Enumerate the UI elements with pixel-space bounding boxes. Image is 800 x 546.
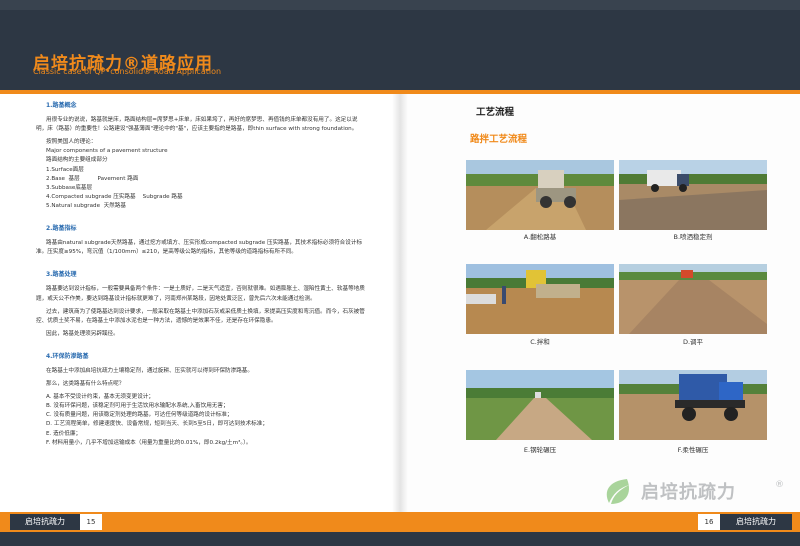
caption-f: F.柔性碾压 bbox=[677, 446, 709, 454]
road-mix-subtitle: 路拌工艺流程 bbox=[470, 134, 528, 145]
list-item: 2.Base 基层 Pavement 路面 bbox=[46, 175, 139, 182]
photo-spraying bbox=[619, 160, 767, 230]
footer-band-bottom bbox=[0, 532, 800, 546]
list-item: A. 基本不受设计约束，基本无须变更设计； bbox=[46, 394, 154, 401]
header-subtitle: Classic case of QP•consolid® Road Applic… bbox=[33, 67, 222, 76]
header-band: 启培抗疏力®道路应用 Classic case of QP•consolid® … bbox=[0, 0, 800, 90]
brand-name: 启培抗疏力 bbox=[641, 482, 736, 503]
page-number-left: 15 bbox=[80, 514, 102, 530]
footer-band bbox=[0, 512, 800, 532]
photo-steel-roller bbox=[466, 370, 614, 440]
section-4-list: A. 基本不受设计约束，基本无须变更设计； B. 没有环保问题，该稳定剂可用于生… bbox=[46, 393, 366, 448]
list-item: B. 没有环保问题，该稳定剂可用于生活饮用水输配水系统,入畜饮用无害； bbox=[46, 403, 229, 410]
photo-flexible-roller bbox=[619, 370, 767, 440]
page-number-right: 16 bbox=[698, 514, 720, 530]
brand-leaf-icon bbox=[606, 479, 630, 504]
list-item: 3.Subbase底基层 bbox=[46, 184, 93, 191]
caption-c: C.拌和 bbox=[530, 338, 550, 346]
list-item: 路面结构的主要组成部分 bbox=[46, 157, 108, 164]
section-3-paragraph-2: 过去，建筑商为了使路基达到设计要求，一般采取在路基土中添加石灰或采低质土换填，来… bbox=[36, 308, 365, 324]
list-item: Major components of a pavement structure bbox=[46, 148, 168, 155]
section-title-3: 3.路基处理 bbox=[46, 271, 77, 279]
section-title-2: 2.路基指标 bbox=[46, 225, 77, 233]
brand-logo: 启培抗疏力 ® bbox=[599, 476, 789, 506]
section-title-1: 1.路基概念 bbox=[46, 102, 77, 109]
list-item: 5.Natural subgrade 天然路基 bbox=[46, 202, 126, 209]
left-content: 1.路基概念 用很专业的说说，路基就是床，路面结构层=席梦思+床单，床如果垮了，… bbox=[36, 101, 366, 452]
section-4-paragraph-1: 在路基土中添加启培抗疏力土壤稳定剂，通过旋耕、压实就可以得到环保防渗路基。 bbox=[46, 367, 253, 374]
page-gutter bbox=[392, 94, 408, 514]
brand-registered-mark: ® bbox=[775, 480, 784, 490]
list-item: C. 没有质量问题，用该稳定剂处理的路基，可达任何等级道路的设计标准； bbox=[46, 412, 233, 419]
footer-logo-right: 启培抗疏力 bbox=[720, 514, 792, 530]
list-item: E. 造价低廉； bbox=[46, 430, 82, 437]
section-1-list: 按照美国人的理论： Major components of a pavement… bbox=[46, 138, 366, 211]
section-2-paragraph: 路基由natural subgrade天然路基，通过挖方或填方、压实形成comp… bbox=[36, 240, 363, 256]
caption-d: D.调平 bbox=[682, 338, 704, 346]
photo-mixing bbox=[466, 264, 614, 334]
photo-leveling bbox=[619, 264, 767, 334]
section-3-paragraph-1: 路基要达到设计指标，一般需要具备两个条件：一是土质好，二是天气适宜，否则就很难。… bbox=[36, 286, 365, 302]
caption-e: E.钢轮碾压 bbox=[523, 446, 557, 454]
photo-tilling bbox=[466, 160, 614, 230]
caption-a: A.翻松路基 bbox=[523, 233, 557, 241]
list-item: 按照美国人的理论： bbox=[46, 139, 97, 146]
section-title-4: 4.环保防渗路基 bbox=[46, 352, 89, 360]
section-3-paragraph-3: 因此，路基处理须另辟蹊径。 bbox=[46, 330, 119, 337]
list-item: 4.Compacted subgrade 压实路基 Subgrade 路基 bbox=[46, 193, 183, 200]
section-1-paragraph: 用很专业的说说，路基就是床，路面结构层=席梦思+床单，床如果垮了，再好的席梦思、… bbox=[36, 117, 358, 133]
list-item: D. 工艺流程简单，修建速度快、设备常规，短到当天、长到5至5日，即可达到技术标… bbox=[46, 421, 268, 428]
footer-logo-left: 启培抗疏力 bbox=[10, 514, 80, 530]
list-item: F. 材料用量小，几乎不增加运输成本（用量为重量比的0.01%，即0.2kg/土… bbox=[46, 439, 252, 446]
list-item: 1.Surface面层 bbox=[46, 166, 84, 173]
caption-b: B.喷洒稳定剂 bbox=[673, 233, 713, 241]
process-title: 工艺流程 bbox=[476, 107, 515, 118]
section-4-paragraph-2: 那么，这类路基有什么特点呢？ bbox=[46, 381, 125, 388]
